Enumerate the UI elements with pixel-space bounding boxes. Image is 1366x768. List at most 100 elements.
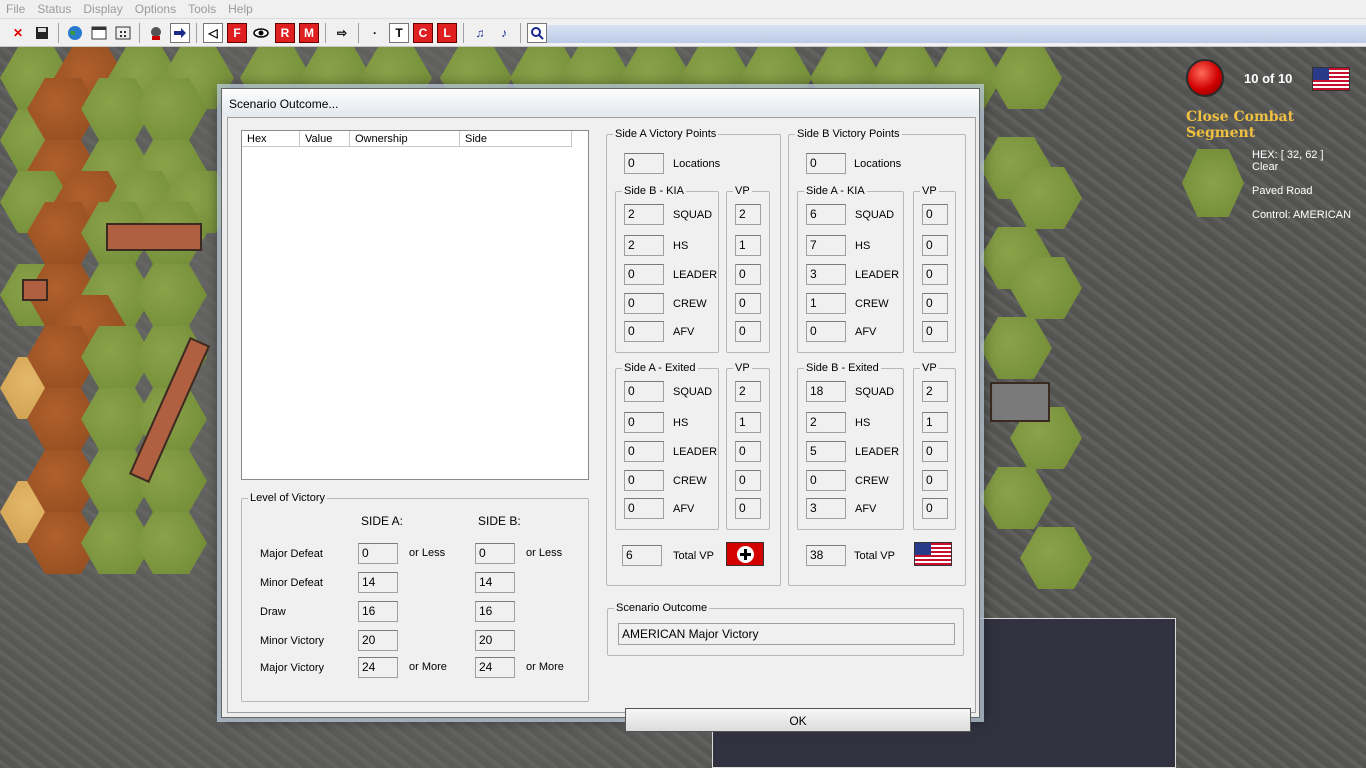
side-b-kia-count-field[interactable]: 1 <box>806 293 846 314</box>
side-a-kia-count-field[interactable]: 2 <box>624 235 664 256</box>
side-b-total-vp-field[interactable]: 38 <box>806 545 846 566</box>
side-b-exited-vp-field[interactable]: 1 <box>922 412 948 433</box>
side-b-kia-count-field[interactable]: 0 <box>806 321 846 342</box>
menu-display[interactable]: Display <box>77 2 128 16</box>
side-b-exited-count-field[interactable]: 5 <box>806 441 846 462</box>
side-b-kia-count-field[interactable]: 3 <box>806 264 846 285</box>
side-b-exited-vp-field[interactable]: 2 <box>922 381 948 402</box>
side-a-kia-vp-field[interactable]: 0 <box>735 293 761 314</box>
next-phase-icon[interactable]: ⇨ <box>332 23 352 43</box>
side-b-exited-count-field[interactable]: 18 <box>806 381 846 402</box>
side-b-kia-vp-field[interactable]: 0 <box>922 293 948 314</box>
scenario-outcome-group: Scenario Outcome AMERICAN Major Victory <box>607 602 964 656</box>
side-b-exited-count-field[interactable]: 2 <box>806 412 846 433</box>
side-b-kia-vp-field[interactable]: 0 <box>922 235 948 256</box>
level-row-label: Major Defeat <box>260 548 323 560</box>
menu-options[interactable]: Options <box>129 2 182 16</box>
level-side-b-field[interactable]: 16 <box>475 601 515 622</box>
next-unit-icon[interactable] <box>170 22 190 43</box>
counter-toggle-icon[interactable]: C <box>413 22 433 43</box>
ok-button[interactable]: OK <box>625 708 971 732</box>
side-b-exited-row-label: LEADER <box>855 446 900 458</box>
level-side-a-field[interactable]: 24 <box>358 657 398 678</box>
close-icon[interactable]: ✕ <box>8 23 28 43</box>
side-a-kia-vp-field[interactable]: 2 <box>735 204 761 225</box>
side-a-exited-vp-field[interactable]: 1 <box>735 412 761 433</box>
side-b-kia-vp-field[interactable]: 0 <box>922 321 948 342</box>
side-b-locations-field[interactable]: 0 <box>806 153 846 174</box>
side-b-exited-vp-field[interactable]: 0 <box>922 441 948 462</box>
pan-left-icon[interactable]: ◁ <box>203 22 223 43</box>
menu-file[interactable]: File <box>0 2 31 16</box>
menu-status[interactable]: Status <box>31 2 77 16</box>
scenario-outcome-field[interactable]: AMERICAN Major Victory <box>618 623 955 645</box>
level-side-a-field[interactable]: 20 <box>358 630 398 651</box>
side-a-exited-count-field[interactable]: 0 <box>624 412 664 433</box>
list-header-ownership[interactable]: Ownership <box>350 131 460 147</box>
terrain-toggle-icon[interactable]: T <box>389 22 409 43</box>
side-b-exited-count-field[interactable]: 3 <box>806 498 846 519</box>
location-list[interactable]: Hex Value Ownership Side <box>241 130 589 480</box>
side-b-kia-count-field[interactable]: 7 <box>806 235 846 256</box>
side-a-kia-count-field[interactable]: 0 <box>624 264 664 285</box>
globe-icon[interactable] <box>65 23 85 43</box>
music-icon[interactable]: ♪ <box>494 23 514 43</box>
side-a-kia-vp-field[interactable]: 0 <box>735 321 761 342</box>
side-b-kia-vp-field[interactable]: 0 <box>922 264 948 285</box>
side-a-total-vp-label: Total VP <box>673 550 714 562</box>
side-b-exited-title: Side B - Exited <box>804 362 881 374</box>
turn-indicator-icon[interactable] <box>1186 59 1224 97</box>
side-a-kia-vp-field[interactable]: 0 <box>735 264 761 285</box>
level-side-a-field[interactable]: 0 <box>358 543 398 564</box>
menu-help[interactable]: Help <box>222 2 259 16</box>
side-b-kia-row-label: AFV <box>855 326 877 338</box>
sound-fx-icon[interactable]: ♫ <box>470 23 490 43</box>
side-a-exited-vp-field[interactable]: 0 <box>735 441 761 462</box>
level-side-b-field[interactable]: 14 <box>475 572 515 593</box>
side-a-exited-count-field[interactable]: 0 <box>624 441 664 462</box>
side-a-exited-vp-field[interactable]: 2 <box>735 381 761 402</box>
side-a-locations-field[interactable]: 0 <box>624 153 664 174</box>
side-a-exited-vp-field[interactable]: 0 <box>735 498 761 519</box>
side-a-exited-vp-field[interactable]: 0 <box>735 470 761 491</box>
side-b-kia-count-field[interactable]: 6 <box>806 204 846 225</box>
list-header-hex[interactable]: Hex <box>242 131 300 147</box>
side-b-exited-vp-field[interactable]: 0 <box>922 470 948 491</box>
side-a-exited-count-field[interactable]: 0 <box>624 498 664 519</box>
save-icon[interactable] <box>32 23 52 43</box>
side-a-kia-count-field[interactable]: 0 <box>624 321 664 342</box>
fire-phase-icon[interactable]: F <box>227 22 247 43</box>
level-row-label: Minor Defeat <box>260 577 323 589</box>
side-a-kia-vp-field[interactable]: 1 <box>735 235 761 256</box>
level-side-a-field[interactable]: 14 <box>358 572 398 593</box>
zoom-icon[interactable] <box>527 22 547 43</box>
window-icon[interactable] <box>89 23 109 43</box>
dialog-title[interactable]: Scenario Outcome... <box>222 89 979 117</box>
dot-icon[interactable]: · <box>365 23 385 43</box>
unit-stack-icon[interactable] <box>146 23 166 43</box>
level-side-b-field[interactable]: 0 <box>475 543 515 564</box>
level-side-a-field[interactable]: 16 <box>358 601 398 622</box>
grid-icon[interactable] <box>113 23 133 43</box>
list-header-side[interactable]: Side <box>460 131 572 147</box>
menu-tools[interactable]: Tools <box>182 2 222 16</box>
level-side-b-field[interactable]: 24 <box>475 657 515 678</box>
side-b-exited-count-field[interactable]: 0 <box>806 470 846 491</box>
rout-phase-icon[interactable]: R <box>275 22 295 43</box>
side-a-exited-count-field[interactable]: 0 <box>624 381 664 402</box>
side-a-kia-count-field[interactable]: 2 <box>624 204 664 225</box>
move-phase-icon[interactable]: M <box>299 22 319 43</box>
level-side-a-suffix: or Less <box>409 547 446 559</box>
level-of-victory-title: Level of Victory <box>248 492 328 504</box>
los-toggle-icon[interactable]: L <box>437 22 457 43</box>
side-a-kia-count-field[interactable]: 0 <box>624 293 664 314</box>
eye-icon[interactable] <box>251 23 271 43</box>
list-header-value[interactable]: Value <box>300 131 350 147</box>
side-b-exited-vp-field[interactable]: 0 <box>922 498 948 519</box>
side-a-exited-count-field[interactable]: 0 <box>624 470 664 491</box>
toolbar: ✕ ◁ F R M ⇨ · T C L ♫ ♪ <box>0 19 1366 47</box>
level-side-b-field[interactable]: 20 <box>475 630 515 651</box>
side-a-total-vp-field[interactable]: 6 <box>622 545 662 566</box>
scenario-outcome-title: Scenario Outcome <box>614 602 710 614</box>
side-b-kia-vp-field[interactable]: 0 <box>922 204 948 225</box>
